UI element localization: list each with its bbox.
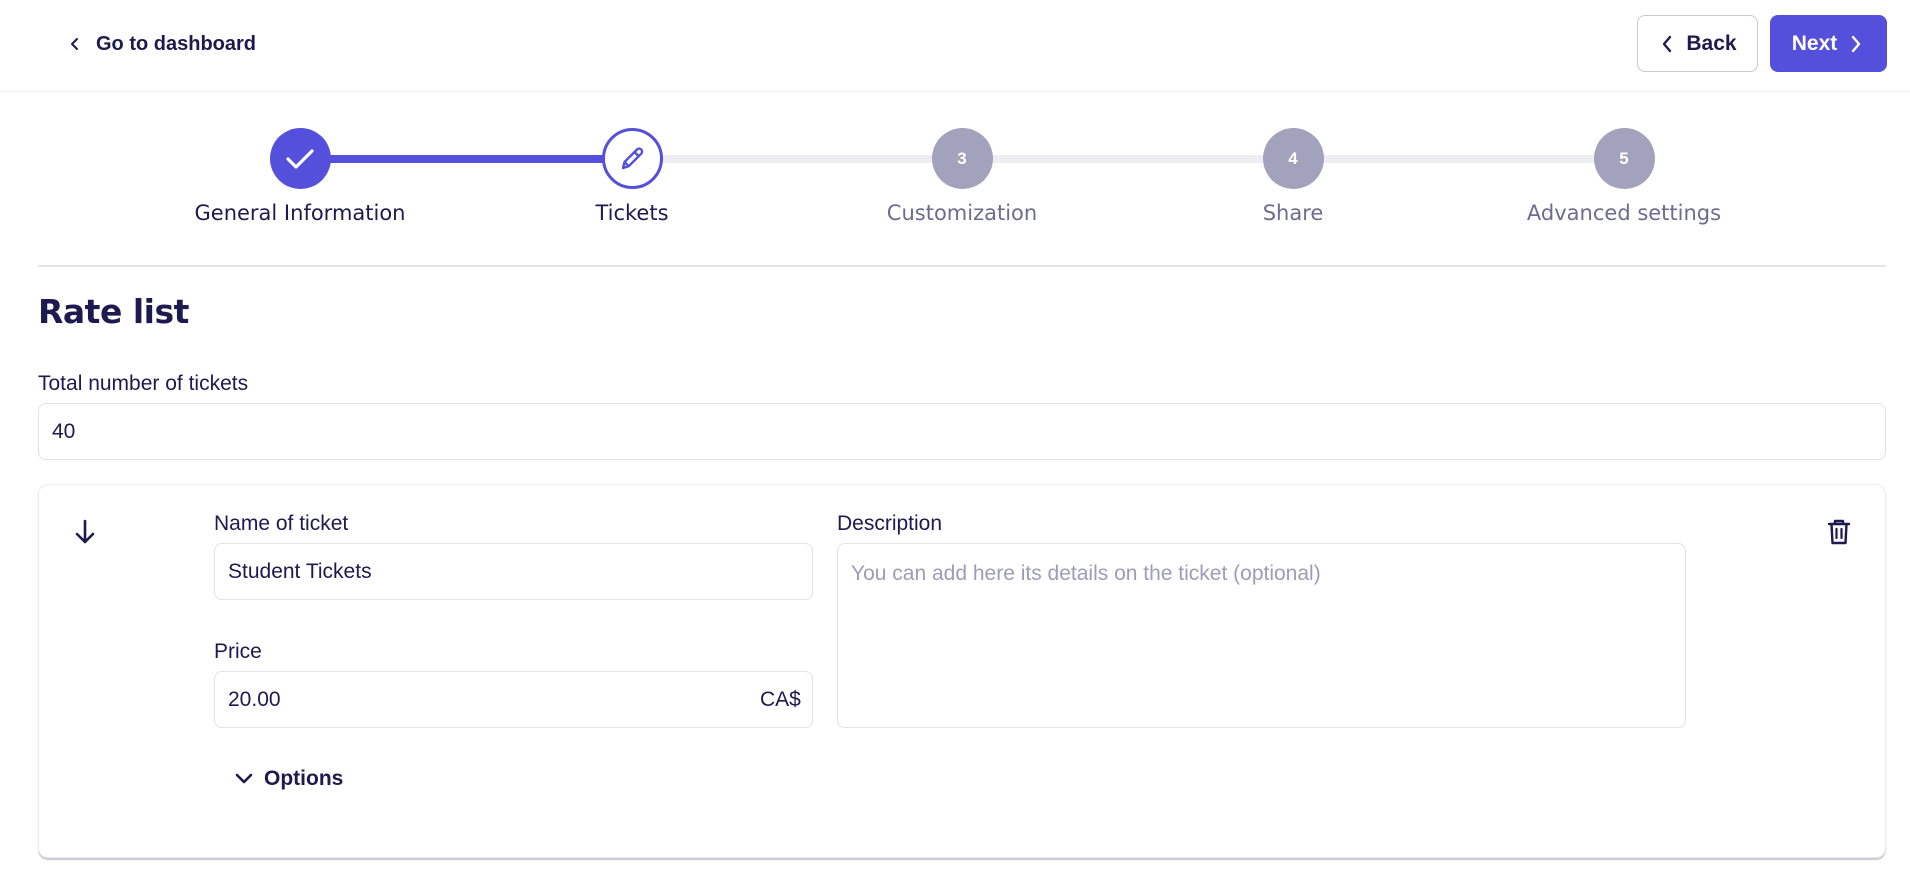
step-general-information[interactable]: General Information bbox=[150, 128, 450, 225]
step-circle-pending: 5 bbox=[1593, 128, 1655, 189]
chevron-down-icon bbox=[232, 767, 256, 791]
total-tickets-label: Total number of tickets bbox=[38, 372, 249, 395]
step-share[interactable]: 4 Share bbox=[1143, 128, 1443, 225]
step-circle-pending: 3 bbox=[931, 128, 993, 189]
ticket-name-input[interactable] bbox=[214, 543, 813, 600]
check-icon bbox=[286, 148, 314, 169]
top-bar: Go to dashboard Back Next bbox=[0, 0, 1910, 92]
step-label: Share bbox=[1262, 201, 1324, 225]
step-tickets[interactable]: Tickets bbox=[482, 128, 782, 225]
options-toggle[interactable]: Options bbox=[232, 767, 343, 791]
step-circle-current bbox=[601, 128, 663, 189]
next-button[interactable]: Next bbox=[1770, 15, 1887, 72]
step-advanced-settings[interactable]: 5 Advanced settings bbox=[1474, 128, 1774, 225]
next-button-label: Next bbox=[1791, 31, 1838, 55]
description-textarea[interactable] bbox=[837, 543, 1686, 728]
step-label: Tickets bbox=[595, 201, 669, 225]
step-circle-completed bbox=[269, 128, 331, 189]
pencil-icon bbox=[621, 146, 644, 169]
price-input[interactable] bbox=[214, 671, 813, 728]
currency-suffix: CA$ bbox=[760, 688, 801, 711]
step-label: General Information bbox=[194, 201, 406, 225]
back-button[interactable]: Back bbox=[1637, 15, 1758, 72]
step-label: Customization bbox=[886, 201, 1038, 225]
chevron-left-icon bbox=[1658, 33, 1676, 55]
arrow-down-icon[interactable] bbox=[70, 516, 100, 548]
go-to-dashboard-link[interactable]: Go to dashboard bbox=[64, 30, 256, 58]
step-circle-pending: 4 bbox=[1262, 128, 1324, 189]
step-label: Advanced settings bbox=[1526, 201, 1722, 225]
step-customization[interactable]: 3 Customization bbox=[812, 128, 1112, 225]
progress-stepper: General Information Tickets 3 Customizat… bbox=[0, 92, 1910, 267]
page-title: Rate list bbox=[38, 292, 189, 331]
price-label: Price bbox=[214, 640, 262, 663]
description-label: Description bbox=[837, 512, 943, 535]
options-label: Options bbox=[264, 767, 344, 790]
chevron-right-icon bbox=[1847, 33, 1865, 55]
back-button-label: Back bbox=[1686, 31, 1737, 55]
ticket-name-label: Name of ticket bbox=[214, 512, 349, 535]
total-tickets-input[interactable] bbox=[38, 403, 1886, 460]
go-to-dashboard-label: Go to dashboard bbox=[96, 32, 256, 55]
chevron-left-icon bbox=[64, 33, 86, 55]
trash-icon[interactable] bbox=[1824, 516, 1854, 548]
section-divider bbox=[38, 265, 1886, 267]
